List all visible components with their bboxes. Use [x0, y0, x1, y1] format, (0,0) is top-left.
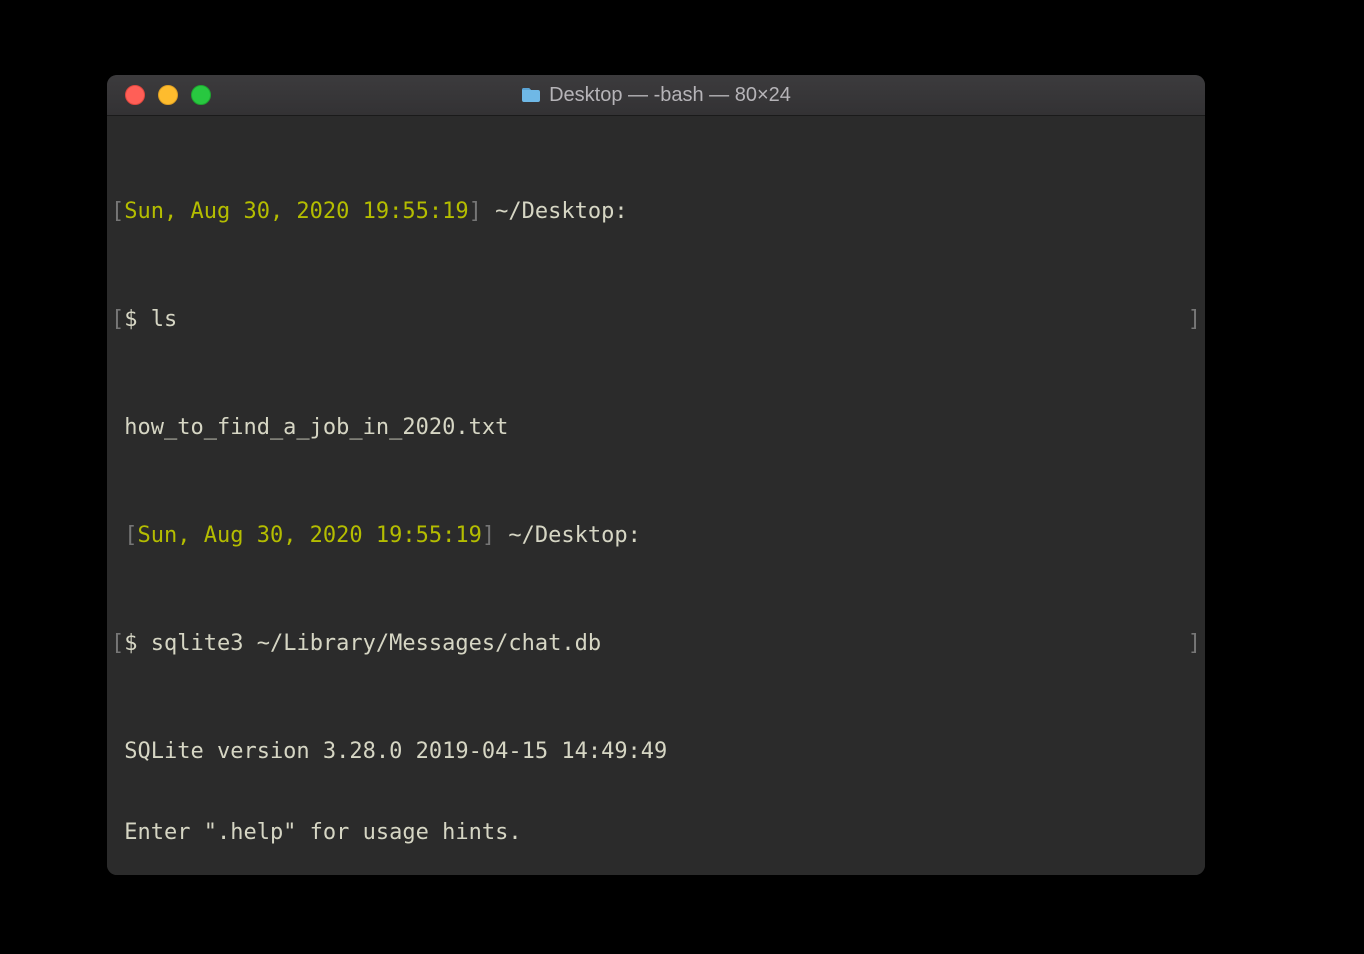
timestamp: Sun, Aug 30, 2020 19:55:19: [124, 198, 468, 225]
close-button[interactable]: [125, 85, 145, 105]
zoom-button[interactable]: [191, 85, 211, 105]
terminal-line: [Sun, Aug 30, 2020 19:55:19] ~/Desktop:: [111, 522, 1201, 549]
bracket-close: ]: [1188, 630, 1201, 657]
bracket-close: ]: [469, 198, 482, 225]
folder-icon: [521, 87, 541, 103]
bracket-open: [: [111, 630, 124, 657]
command: sqlite3 ~/Library/Messages/chat.db: [151, 630, 601, 657]
cwd-path: ~/Desktop:: [482, 198, 628, 225]
terminal-body[interactable]: [Sun, Aug 30, 2020 19:55:19] ~/Desktop: …: [107, 116, 1205, 875]
output: SQLite version 3.28.0 2019-04-15 14:49:4…: [111, 738, 667, 765]
titlebar[interactable]: Desktop — -bash — 80×24: [107, 75, 1205, 116]
prompt: $: [124, 306, 151, 333]
window-title-container: Desktop — -bash — 80×24: [107, 84, 1205, 107]
traffic-lights: [125, 85, 211, 105]
terminal-window: Desktop — -bash — 80×24 [Sun, Aug 30, 20…: [107, 75, 1205, 875]
output: how_to_find_a_job_in_2020.txt: [111, 414, 508, 441]
bracket-open: [: [111, 198, 124, 225]
prompt: $: [124, 630, 151, 657]
output: Enter ".help" for usage hints.: [111, 819, 522, 846]
bracket-close: ]: [1188, 306, 1201, 333]
bracket-open: [: [124, 522, 137, 549]
command: ls: [151, 306, 178, 333]
window-title: Desktop — -bash — 80×24: [549, 84, 791, 107]
terminal-line: [$ ls]: [111, 306, 1201, 333]
timestamp: Sun, Aug 30, 2020 19:55:19: [138, 522, 482, 549]
bracket-close: ]: [482, 522, 495, 549]
terminal-line: SQLite version 3.28.0 2019-04-15 14:49:4…: [111, 738, 1201, 765]
terminal-line: [$ sqlite3 ~/Library/Messages/chat.db]: [111, 630, 1201, 657]
terminal-line: Enter ".help" for usage hints.: [111, 819, 1201, 846]
cwd-path: ~/Desktop:: [495, 522, 641, 549]
bracket-open: [: [111, 306, 124, 333]
terminal-line: how_to_find_a_job_in_2020.txt: [111, 414, 1201, 441]
terminal-line: [Sun, Aug 30, 2020 19:55:19] ~/Desktop:: [111, 198, 1201, 225]
minimize-button[interactable]: [158, 85, 178, 105]
